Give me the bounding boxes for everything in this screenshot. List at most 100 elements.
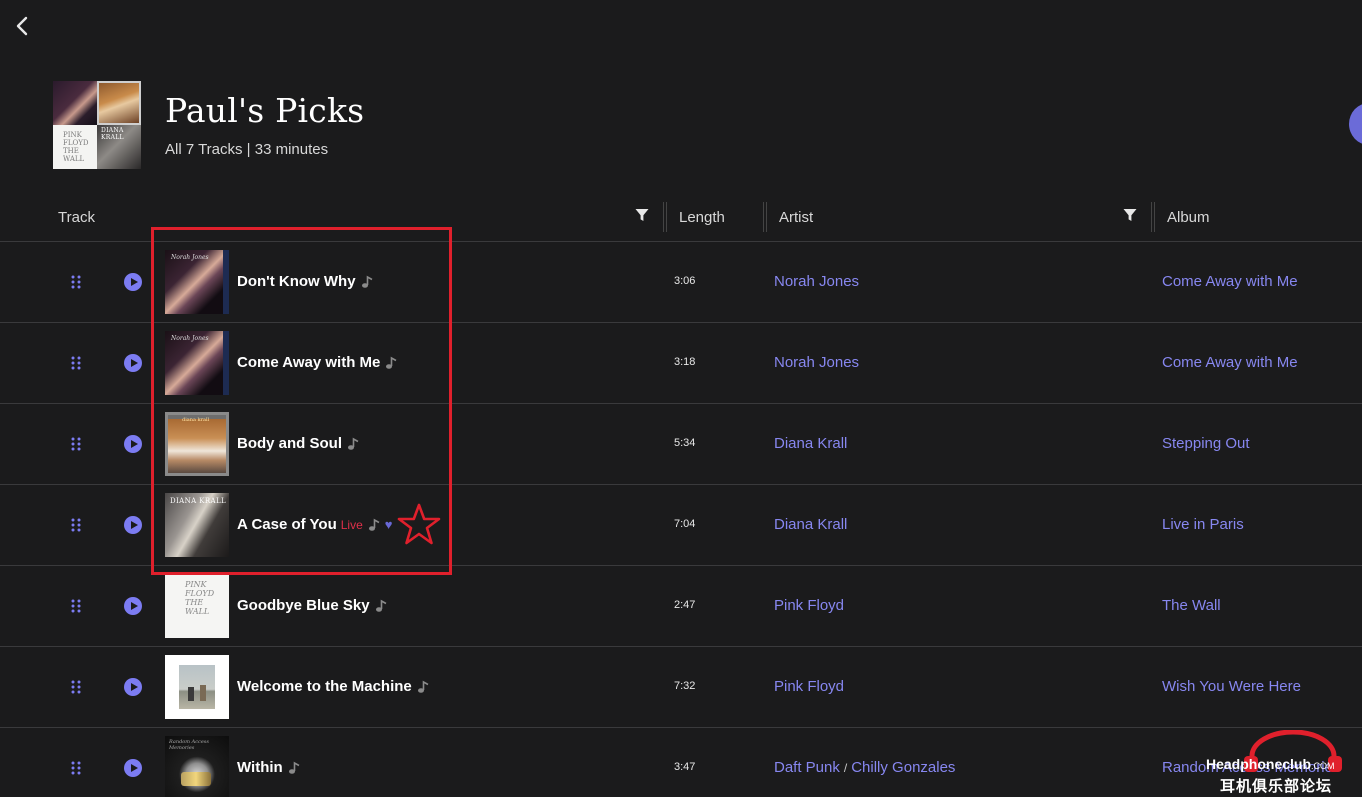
artist-link[interactable]: Daft Punk [774, 759, 840, 776]
column-header-track[interactable]: Track [58, 209, 95, 226]
artist-link[interactable]: Pink Floyd [774, 597, 844, 614]
album-art-label: DIANA KRALL [170, 497, 227, 505]
music-note-icon [417, 680, 429, 694]
album-art[interactable]: Random Access Memories [165, 736, 229, 797]
track-title[interactable]: A Case of You [237, 516, 337, 533]
track-title[interactable]: Within [237, 759, 283, 776]
track-title-group: Come Away with Me [237, 354, 397, 371]
track-title[interactable]: Welcome to the Machine [237, 678, 412, 695]
track-length: 5:34 [674, 437, 696, 449]
track-title-group: Welcome to the Machine [237, 678, 429, 695]
track-title[interactable]: Don't Know Why [237, 273, 356, 290]
chevron-left-icon [16, 16, 28, 36]
watermark-subtitle: 耳机俱乐部论坛 [1220, 777, 1333, 795]
track-list: Norah Jones Don't Know Why 3:06 Norah Jones… [0, 242, 1362, 797]
live-badge: Live [340, 517, 363, 532]
play-button[interactable] [124, 759, 142, 777]
track-row[interactable]: Norah Jones Come Away with Me 3:18 Norah Jo… [0, 323, 1362, 404]
album-art[interactable]: Norah Jones [165, 331, 229, 395]
drag-handle-icon[interactable] [71, 680, 81, 694]
track-title-group: Within [237, 759, 300, 776]
track-row[interactable]: DIANA KRALL A Case of You Live ♥ 7:04 Diana K… [0, 485, 1362, 566]
album-art-label: Norah Jones [171, 335, 209, 342]
album-link[interactable]: Stepping Out [1162, 435, 1250, 452]
album-art[interactable]: PINK FLOYD THE WALL [165, 574, 229, 638]
album-art[interactable]: DIANA KRALL [165, 493, 229, 557]
music-note-icon [361, 275, 373, 289]
play-button[interactable] [124, 597, 142, 615]
album-link[interactable]: The Wall [1162, 597, 1221, 614]
album-art-label: diana krall [182, 417, 210, 423]
music-note-icon [288, 761, 300, 775]
column-header-length[interactable]: Length [679, 209, 725, 226]
watermark-site-suffix: .COM [1311, 761, 1335, 771]
track-row[interactable]: PINK FLOYD THE WALL Goodbye Blue Sky 2:47 P… [0, 566, 1362, 647]
artist-filter-icon[interactable] [1123, 208, 1137, 226]
table-header: Track Length Artist Album [0, 200, 1362, 242]
track-row[interactable]: Welcome to the Machine 7:32 Pink Floyd Wish… [0, 647, 1362, 728]
column-resize-handle[interactable] [663, 202, 667, 232]
track-artist: Diana Krall [774, 435, 847, 452]
album-art-label: PINK FLOYD THE WALL [185, 580, 215, 616]
watermark-site-name: Headphoneclub [1206, 756, 1312, 772]
album-link[interactable]: Wish You Were Here [1162, 678, 1301, 695]
drag-handle-icon[interactable] [71, 518, 81, 532]
track-length: 3:47 [674, 761, 696, 773]
track-title-group: Body and Soul [237, 435, 359, 452]
track-title-group: Goodbye Blue Sky [237, 597, 387, 614]
play-button[interactable] [124, 354, 142, 372]
back-button[interactable] [12, 14, 32, 38]
track-artist: Norah Jones [774, 354, 859, 371]
album-art-visor [181, 772, 211, 786]
play-button[interactable] [124, 435, 142, 453]
artist-link[interactable]: Norah Jones [774, 273, 859, 290]
album-link[interactable]: Come Away with Me [1162, 354, 1298, 371]
track-artist: Norah Jones [774, 273, 859, 290]
album-art[interactable]: Norah Jones [165, 250, 229, 314]
track-title[interactable]: Come Away with Me [237, 354, 380, 371]
play-button[interactable] [124, 516, 142, 534]
album-art[interactable] [165, 655, 229, 719]
track-row[interactable]: Random Access Memories Within 3:47 Daft Pun… [0, 728, 1362, 797]
album-art-label: Random Access Memories [169, 739, 209, 751]
artist-link[interactable]: Pink Floyd [774, 678, 844, 695]
track-artist: Pink Floyd [774, 597, 844, 614]
cover-tile-the-wall: PINK FLOYD THE WALL [53, 125, 97, 169]
track-title[interactable]: Body and Soul [237, 435, 342, 452]
play-button[interactable] [124, 678, 142, 696]
album-art[interactable]: diana krall [165, 412, 229, 476]
drag-handle-icon[interactable] [71, 437, 81, 451]
track-length: 7:32 [674, 680, 696, 692]
album-link[interactable]: Come Away with Me [1162, 273, 1298, 290]
artist-link[interactable]: Chilly Gonzales [851, 759, 955, 776]
track-row[interactable]: diana krall Body and Soul 5:34 Diana Krall S… [0, 404, 1362, 485]
heart-icon[interactable]: ♥ [385, 517, 393, 532]
drag-handle-icon[interactable] [71, 275, 81, 289]
watermark-logo: Headphoneclub.COM 耳机俱乐部论坛 [1198, 730, 1362, 797]
column-header-album[interactable]: Album [1167, 209, 1210, 226]
column-resize-handle[interactable] [1151, 202, 1155, 232]
artist-link[interactable]: Diana Krall [774, 516, 847, 533]
artist-link[interactable]: Diana Krall [774, 435, 847, 452]
drag-handle-icon[interactable] [71, 356, 81, 370]
track-artist: Pink Floyd [774, 678, 844, 695]
track-title[interactable]: Goodbye Blue Sky [237, 597, 370, 614]
track-title-group: Don't Know Why [237, 273, 373, 290]
column-resize-handle[interactable] [763, 202, 767, 232]
album-link[interactable]: Live in Paris [1162, 516, 1244, 533]
column-header-artist[interactable]: Artist [779, 209, 813, 226]
track-filter-icon[interactable] [635, 208, 649, 226]
music-note-icon [368, 518, 380, 532]
album-art-photo [179, 665, 215, 709]
cover-tile-label: PINK FLOYD THE WALL [63, 131, 89, 163]
playlist-header: PINK FLOYD THE WALL DIANA KRALL Paul's P… [53, 81, 364, 169]
annotation-star-icon [397, 503, 441, 545]
drag-handle-icon[interactable] [71, 599, 81, 613]
play-button[interactable] [124, 273, 142, 291]
drag-handle-icon[interactable] [71, 761, 81, 775]
music-note-icon [385, 356, 397, 370]
track-row[interactable]: Norah Jones Don't Know Why 3:06 Norah Jones… [0, 242, 1362, 323]
side-action-button[interactable] [1349, 103, 1362, 145]
artist-link[interactable]: Norah Jones [774, 354, 859, 371]
track-artist: Diana Krall [774, 516, 847, 533]
